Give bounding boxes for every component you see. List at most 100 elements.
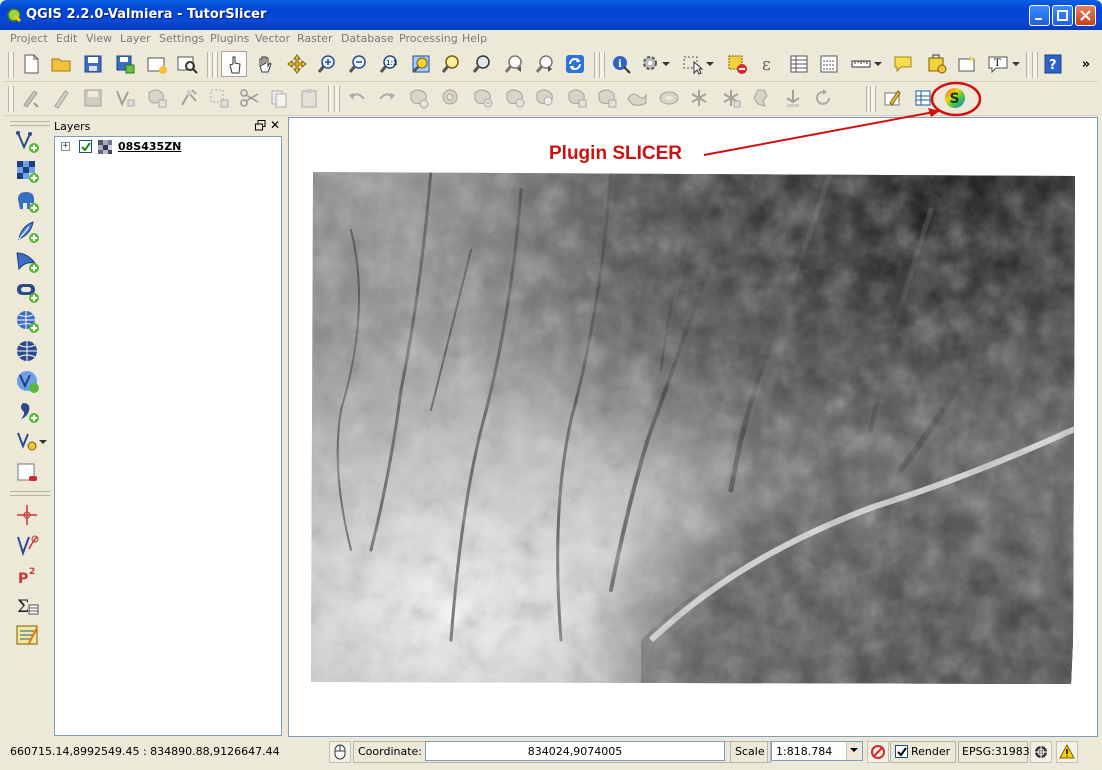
float-icon[interactable] xyxy=(255,120,266,131)
current-edits-button[interactable] xyxy=(18,85,44,111)
merge-features-button[interactable] xyxy=(656,85,682,111)
zoom-next-button[interactable] xyxy=(532,51,558,77)
menu-settings[interactable]: Settings xyxy=(159,32,204,45)
fill-ring-button[interactable] xyxy=(748,85,774,111)
toolbar-grip[interactable] xyxy=(8,86,14,112)
notes-button[interactable] xyxy=(14,623,42,649)
pan-to-selection-button[interactable] xyxy=(284,51,310,77)
rotate-label-button[interactable] xyxy=(780,85,806,111)
delete-selected-button[interactable] xyxy=(206,85,232,111)
select-features-button[interactable] xyxy=(680,51,706,77)
crs-label[interactable]: EPSG:31983 xyxy=(962,745,1030,758)
zoom-to-selection-button[interactable] xyxy=(438,51,464,77)
simplify-feature-button[interactable] xyxy=(624,85,650,111)
select-dropdown[interactable] xyxy=(704,51,716,77)
annotation-dropdown[interactable] xyxy=(1010,51,1022,77)
menu-view[interactable]: View xyxy=(86,32,112,45)
menu-project[interactable]: Project xyxy=(10,32,48,45)
layer-item[interactable]: + 08S435ZN xyxy=(55,137,281,157)
refresh-button[interactable] xyxy=(562,51,588,77)
zoom-full-button[interactable] xyxy=(408,51,434,77)
offset-curve-button[interactable] xyxy=(564,85,590,111)
add-vector-layer-button[interactable] xyxy=(14,129,42,155)
new-project-button[interactable] xyxy=(18,51,44,77)
scale-combobox[interactable]: 1:818.784 xyxy=(771,741,863,761)
stop-render-button[interactable] xyxy=(867,741,889,763)
coordinate-input[interactable]: 834024,9074005 xyxy=(425,741,725,761)
scale-dropdown-button[interactable] xyxy=(846,742,862,760)
add-spatialite-layer-button[interactable] xyxy=(14,219,42,245)
toolbar-grip[interactable] xyxy=(334,86,340,112)
slicer-plugin-button[interactable]: S xyxy=(942,85,968,111)
toolbar-grip[interactable] xyxy=(212,52,218,78)
move-feature-button[interactable] xyxy=(144,85,170,111)
close-button[interactable] xyxy=(1075,5,1096,26)
text-annotation-button[interactable]: T xyxy=(986,51,1012,77)
identify-features-button[interactable]: i xyxy=(608,51,634,77)
new-print-composer-button[interactable] xyxy=(144,51,170,77)
zoom-last-button[interactable] xyxy=(501,51,527,77)
menu-edit[interactable]: Edit xyxy=(56,32,77,45)
zoom-in-button[interactable] xyxy=(314,51,340,77)
rotate-point-symbols-button[interactable] xyxy=(686,85,712,111)
measure-line-button[interactable] xyxy=(848,51,874,77)
layer-visibility-checkbox[interactable] xyxy=(79,140,92,153)
composer-manager-button[interactable] xyxy=(174,51,200,77)
rotate-feature-button[interactable] xyxy=(718,85,744,111)
field-statistics-button[interactable]: Σ xyxy=(14,593,42,619)
add-postgis-layer-button[interactable] xyxy=(14,189,42,215)
delete-ring-button[interactable] xyxy=(470,85,496,111)
add-ring-button[interactable] xyxy=(406,85,432,111)
field-calculator-button[interactable]: ε xyxy=(756,51,782,77)
new-layer-dropdown[interactable] xyxy=(38,429,48,455)
add-wcs-layer-button[interactable] xyxy=(14,339,42,365)
measure-dropdown[interactable] xyxy=(872,51,884,77)
add-delimited-text-button[interactable] xyxy=(14,399,42,425)
map-canvas[interactable]: Plugin SLICER xyxy=(288,117,1098,737)
split-features-button[interactable] xyxy=(594,85,620,111)
save-project-button[interactable] xyxy=(80,51,106,77)
toolbar-overflow[interactable]: » xyxy=(1078,51,1094,77)
layers-panel-close-icon[interactable]: ✕ xyxy=(270,118,280,132)
show-bookmarks-button[interactable] xyxy=(954,51,980,77)
add-wms-layer-button[interactable] xyxy=(14,309,42,335)
add-wfs-layer-button[interactable] xyxy=(14,369,42,395)
touch-zoom-pan-button[interactable] xyxy=(221,51,247,77)
georeferencer-button[interactable] xyxy=(14,503,42,529)
messages-button[interactable] xyxy=(1056,741,1078,763)
toolbar-grip[interactable] xyxy=(10,491,50,496)
plugin-edit-button[interactable] xyxy=(880,85,906,111)
render-checkbox[interactable] xyxy=(895,745,908,758)
toolbar-grip[interactable] xyxy=(10,121,50,126)
minimize-button[interactable] xyxy=(1029,5,1050,26)
toggle-extents-button[interactable] xyxy=(329,741,351,763)
copy-features-button[interactable] xyxy=(266,85,292,111)
add-part-button[interactable] xyxy=(438,85,464,111)
action-dropdown[interactable] xyxy=(660,51,672,77)
zoom-out-button[interactable] xyxy=(345,51,371,77)
save-as-button[interactable] xyxy=(112,51,138,77)
map-tips-button[interactable] xyxy=(890,51,916,77)
point-sampling-button[interactable]: P2 xyxy=(14,563,42,589)
menu-raster[interactable]: Raster xyxy=(297,32,332,45)
remove-layer-button[interactable] xyxy=(14,461,42,487)
menu-vector[interactable]: Vector xyxy=(255,32,290,45)
deselect-features-button[interactable] xyxy=(724,51,750,77)
layer-expand-toggle[interactable]: + xyxy=(61,142,70,151)
maximize-button[interactable] xyxy=(1052,5,1073,26)
change-label-button[interactable] xyxy=(810,85,836,111)
add-oracle-layer-button[interactable] xyxy=(14,279,42,305)
menu-help[interactable]: Help xyxy=(462,32,487,45)
toolbar-grip[interactable] xyxy=(8,52,14,78)
open-project-button[interactable] xyxy=(48,51,74,77)
cut-features-button[interactable] xyxy=(236,85,262,111)
toolbar-grip[interactable] xyxy=(599,52,605,78)
toolbar-grip[interactable] xyxy=(870,86,876,112)
undo-button[interactable] xyxy=(344,85,370,111)
node-tool-button[interactable] xyxy=(176,85,202,111)
statistical-summary-button[interactable] xyxy=(816,51,842,77)
menu-database[interactable]: Database xyxy=(341,32,394,45)
help-button[interactable]: ? xyxy=(1040,51,1066,77)
plugin-table-button[interactable] xyxy=(910,85,936,111)
pan-map-button[interactable] xyxy=(252,51,278,77)
